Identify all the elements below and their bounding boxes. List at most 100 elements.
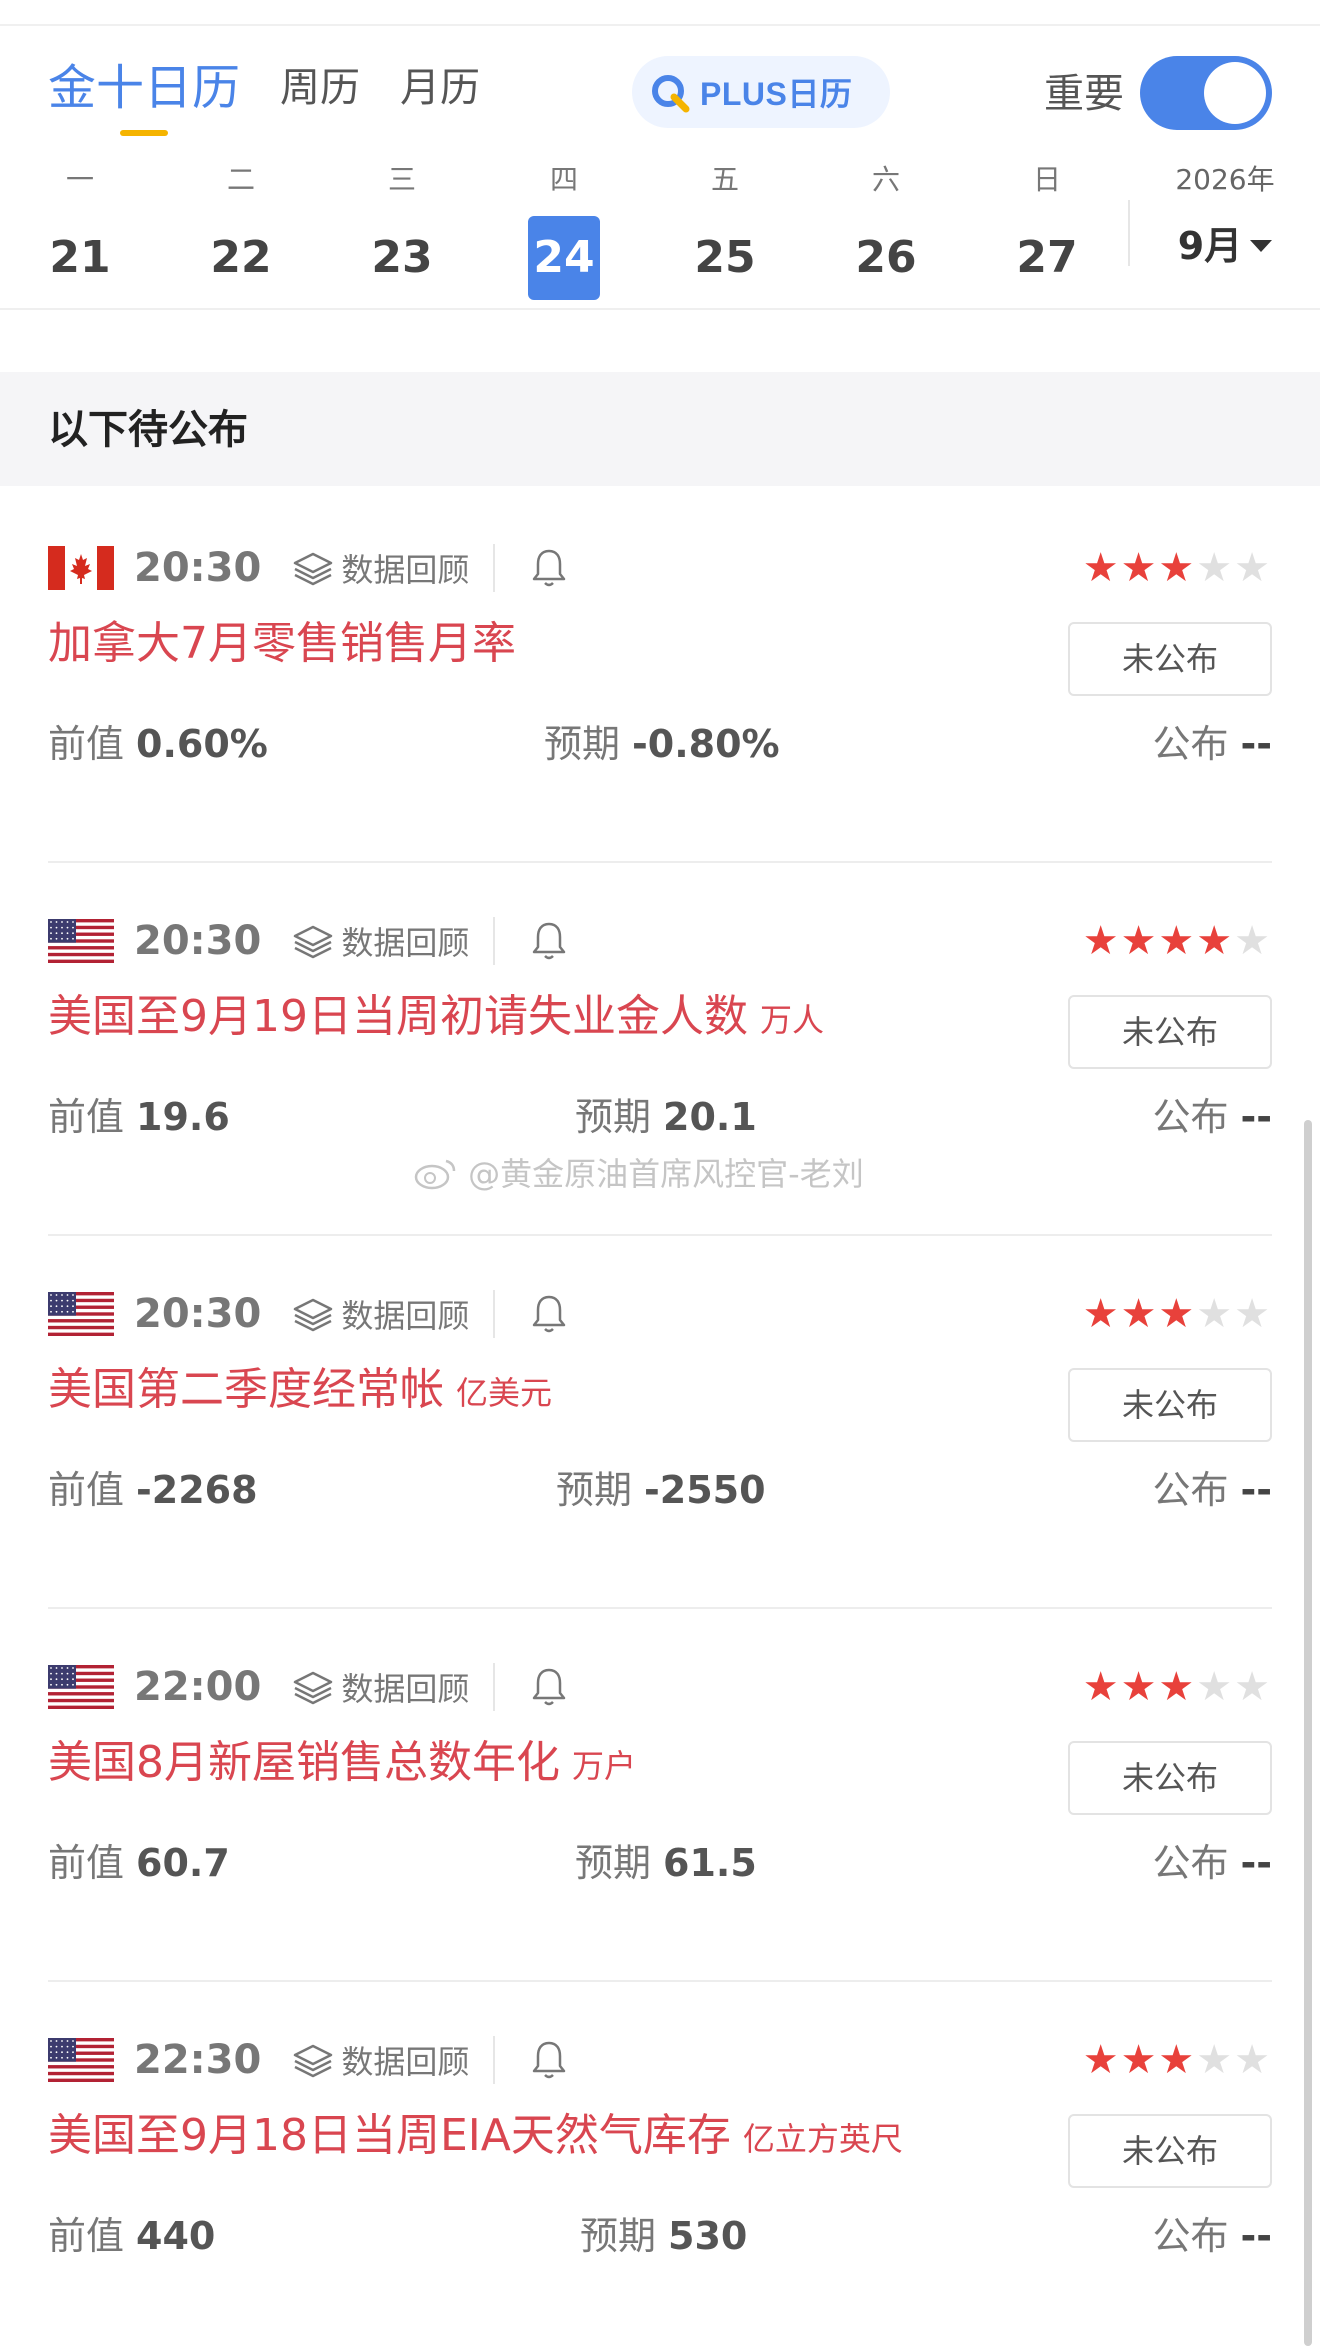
day-monday[interactable]: 一 21	[44, 160, 116, 300]
day-sunday[interactable]: 日 27	[1011, 160, 1083, 300]
star-filled-icon: ★	[1082, 545, 1119, 591]
status-button[interactable]: 未公布	[1068, 995, 1272, 1069]
event-card[interactable]: 20:30 数据回顾 ★ ★ ★ ★ ★ 加拿大7月零售销售月率 未公布前值 0.60% 预期 -0.…	[0, 490, 1320, 863]
event-meta: 20:30 数据回顾	[48, 540, 569, 596]
previous-number: 60.7	[136, 1841, 230, 1885]
event-meta: 22:30 数据回顾	[48, 2032, 569, 2088]
star-empty-icon: ★	[1234, 1291, 1270, 1337]
star-filled-icon: ★	[1158, 545, 1195, 591]
previous-number: 19.6	[136, 1095, 230, 1139]
event-card[interactable]: 22:00 数据回顾 ★ ★ ★ ★ ★ 美国8月新屋销售总数年化 万户 未公布 前值 60.7 预期 6…	[0, 1609, 1320, 1982]
forecast-label: 预期	[544, 722, 621, 766]
actual-number: --	[1240, 722, 1272, 766]
event-title[interactable]: 加拿大7月零售销售月率	[48, 612, 528, 679]
previous-value: 前值 -2268	[48, 1460, 258, 1520]
bell-icon[interactable]	[529, 1292, 569, 1336]
day-tuesday[interactable]: 二 22	[205, 160, 277, 300]
data-review-link[interactable]: 数据回顾	[261, 545, 469, 591]
star-filled-icon: ★	[1196, 918, 1233, 964]
meta-divider	[493, 1663, 496, 1711]
event-title[interactable]: 美国至9月18日当周EIA天然气库存 亿立方英尺	[48, 2104, 903, 2171]
meta-divider	[493, 544, 496, 592]
star-empty-icon: ★	[1196, 2037, 1233, 2083]
event-title[interactable]: 美国第二季度经常帐 亿美元	[48, 1358, 552, 1425]
bell-icon[interactable]	[529, 1665, 569, 1709]
month-picker[interactable]: 2026年 9月	[1160, 160, 1290, 272]
event-values: 前值 60.7 预期 61.5 公布 --	[0, 1833, 1320, 1893]
weekday-label: 三	[387, 163, 416, 196]
star-filled-icon: ★	[1158, 918, 1195, 964]
actual-label: 公布	[1152, 1841, 1229, 1885]
forecast-number: -2550	[644, 1468, 766, 1512]
previous-label: 前值	[48, 1841, 125, 1885]
tab-jin10-calendar[interactable]: 金十日历	[48, 60, 240, 136]
plus-calendar-label: PLUS日历	[700, 76, 853, 112]
caret-down-icon	[1250, 240, 1273, 252]
event-title[interactable]: 美国8月新屋销售总数年化 万户	[48, 1731, 636, 1798]
importance-stars: ★ ★ ★ ★ ★	[1081, 2040, 1270, 2080]
day-thursday-selected[interactable]: 四 24	[528, 160, 600, 300]
day-friday[interactable]: 五 25	[689, 160, 761, 300]
previous-label: 前值	[48, 722, 125, 766]
weekday-label: 日	[1032, 163, 1061, 196]
event-card[interactable]: 20:30 数据回顾 ★ ★ ★ ★ ★ 美国第二季度经常帐 亿美元 未公布 前值 -2268 预期 -2…	[0, 1236, 1320, 1609]
header-divider	[0, 308, 1320, 310]
importance-stars: ★ ★ ★ ★ ★	[1081, 548, 1270, 588]
star-filled-icon: ★	[1120, 918, 1157, 964]
data-review-label: 数据回顾	[341, 924, 470, 962]
forecast-value: 预期 530	[580, 2206, 747, 2266]
event-title[interactable]: 美国至9月19日当周初请失业金人数 万人	[48, 985, 824, 1052]
status-button[interactable]: 未公布	[1068, 1368, 1272, 1442]
data-review-link[interactable]: 数据回顾	[261, 1664, 469, 1710]
actual-label: 公布	[1152, 2214, 1229, 2258]
day-saturday[interactable]: 六 26	[850, 160, 922, 300]
status-button[interactable]: 未公布	[1068, 622, 1272, 696]
forecast-label: 预期	[575, 1841, 652, 1885]
star-filled-icon: ★	[1082, 1664, 1119, 1710]
scrollbar[interactable]	[1304, 1120, 1312, 2346]
actual-label: 公布	[1152, 1468, 1229, 1512]
weekday-label: 二	[226, 163, 255, 196]
weekday-label: 五	[710, 163, 739, 196]
forecast-value: 预期 20.1	[575, 1087, 757, 1147]
previous-value: 前值 0.60%	[48, 714, 268, 774]
star-filled-icon: ★	[1082, 1291, 1119, 1337]
month-selector[interactable]: 9月	[1177, 220, 1273, 272]
previous-value: 前值 19.6	[48, 1087, 230, 1147]
star-filled-icon: ★	[1120, 1664, 1157, 1710]
bell-icon[interactable]	[529, 919, 569, 963]
bell-icon[interactable]	[529, 2038, 569, 2082]
previous-number: 0.60%	[136, 722, 268, 766]
forecast-value: 预期 -0.80%	[544, 714, 780, 774]
plus-calendar-button[interactable]: PLUS日历	[632, 56, 890, 128]
data-review-label: 数据回顾	[341, 1297, 470, 1335]
week-strip: 一 21 二 22 三 23 四 24 五 25 六 26 日 27	[0, 160, 1320, 300]
event-card[interactable]: 22:30 数据回顾 ★ ★ ★ ★ ★ 美国至9月18日当周EIA天然气库存 亿立方英尺 未公布…	[0, 1982, 1320, 2346]
data-review-label: 数据回顾	[341, 1670, 470, 1708]
importance-stars: ★ ★ ★ ★ ★	[1081, 1294, 1270, 1334]
forecast-label: 预期	[580, 2214, 657, 2258]
data-review-link[interactable]: 数据回顾	[261, 1291, 469, 1337]
bell-icon[interactable]	[529, 546, 569, 590]
usa-flag-icon	[48, 1292, 114, 1336]
actual-number: --	[1240, 1841, 1272, 1885]
tab-weekly-calendar[interactable]: 周历	[280, 60, 360, 116]
status-button[interactable]: 未公布	[1068, 2114, 1272, 2188]
star-empty-icon: ★	[1234, 918, 1270, 964]
previous-label: 前值	[48, 2214, 125, 2258]
actual-value: 公布 --	[1152, 1833, 1272, 1893]
star-empty-icon: ★	[1196, 545, 1233, 591]
month-label: 9月	[1177, 224, 1243, 268]
layers-icon	[294, 1298, 333, 1332]
data-review-link[interactable]: 数据回顾	[261, 918, 469, 964]
meta-divider	[493, 2036, 496, 2084]
important-toggle[interactable]	[1140, 56, 1272, 130]
actual-number: --	[1240, 1468, 1272, 1512]
status-button[interactable]: 未公布	[1068, 1741, 1272, 1815]
day-wednesday[interactable]: 三 23	[366, 160, 438, 300]
event-meta: 20:30 数据回顾	[48, 913, 569, 969]
data-review-link[interactable]: 数据回顾	[261, 2037, 469, 2083]
tab-monthly-calendar[interactable]: 月历	[400, 60, 480, 116]
usa-flag-icon	[48, 1665, 114, 1709]
event-title-text: 美国第二季度经常帐	[48, 1364, 444, 1415]
